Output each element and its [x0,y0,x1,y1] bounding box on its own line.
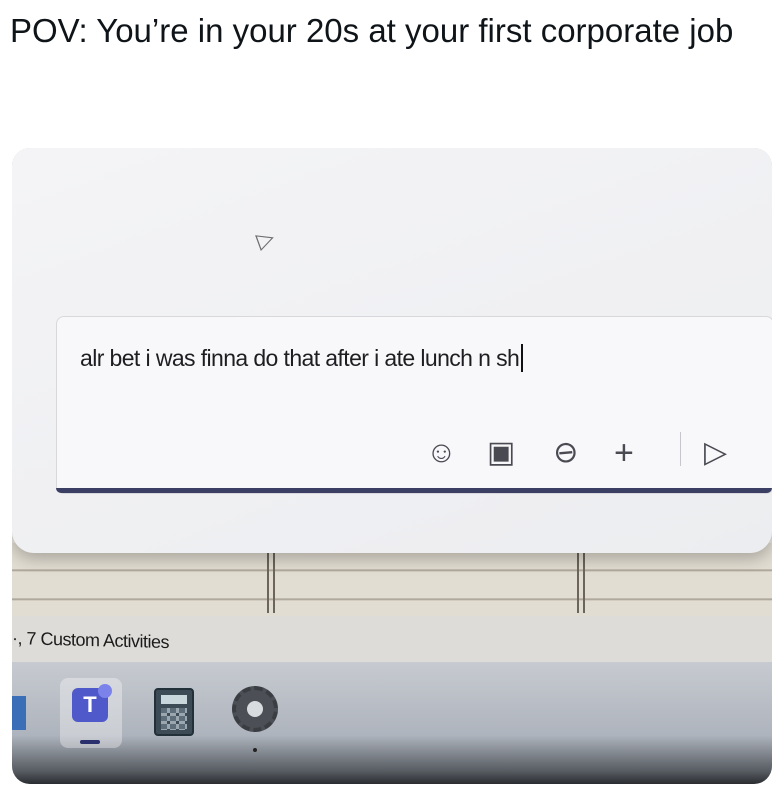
taskbar-app-icon[interactable] [12,696,26,730]
column-divider [577,543,585,613]
photo: ·, 7 Custom Activities T ▷ alr bet i was… [12,148,772,784]
taskbar [12,662,772,784]
gear-icon [247,701,263,717]
column-divider [267,543,275,613]
send-icon[interactable]: ▷ [704,438,727,468]
image-icon[interactable]: ▣ [487,438,515,468]
mouse-cursor-icon: ▷ [253,223,278,254]
message-input[interactable]: alr bet i was finna do that after i ate … [80,344,524,372]
app-running-indicator [253,748,257,752]
active-app-indicator [80,740,100,744]
calculator-icon [161,695,187,704]
text-caret [521,344,524,372]
status-text: ·, 7 Custom Activities [12,627,170,653]
plus-icon[interactable]: + [614,436,634,470]
chat-popup: ▷ alr bet i was finna do that after i at… [12,148,772,553]
toolbar-divider [680,432,681,466]
message-compose-box[interactable] [56,316,772,494]
emoji-icon[interactable]: ☺ [426,438,457,468]
settings-taskbar-button[interactable] [232,686,278,732]
teams-person-icon [98,684,112,698]
calculator-keys [161,708,187,730]
teams-taskbar-button[interactable]: T [60,678,122,748]
post-caption: POV: You’re in your 20s at your first co… [10,12,734,49]
calculator-taskbar-button[interactable] [154,688,194,736]
message-text: alr bet i was finna do that after i ate … [80,345,520,371]
compose-focus-underline [56,488,772,493]
